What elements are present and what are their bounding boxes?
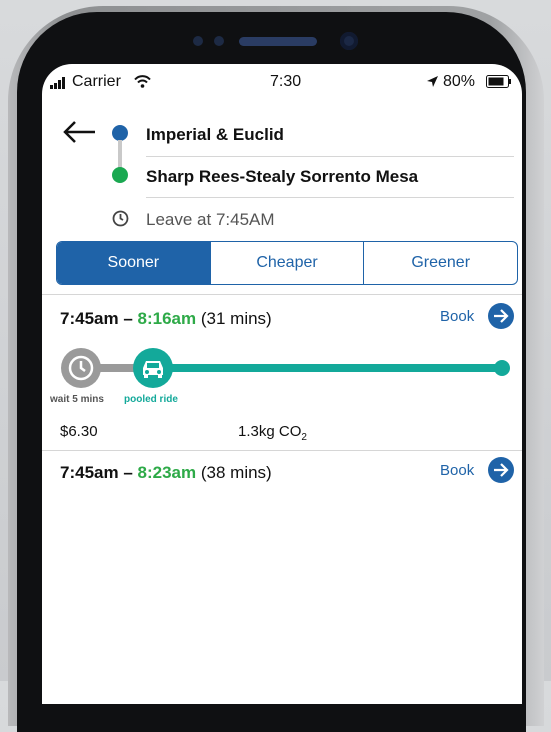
carrier-label: Carrier [72, 73, 121, 90]
tab-sooner[interactable]: Sooner [57, 242, 210, 284]
arrow-right-icon [494, 309, 509, 323]
pooled-ride-segment [152, 364, 502, 372]
wifi-icon [134, 75, 151, 93]
trip-time-range: 7:45am – 8:23am (38 mins) [60, 463, 272, 482]
destination-field[interactable]: Sharp Rees-Stealy Sorrento Mesa [146, 167, 418, 187]
trip-co2: 1.3kg CO2 [238, 423, 307, 443]
front-camera [340, 32, 358, 50]
destination-dot [112, 167, 128, 183]
tab-cheaper[interactable]: Cheaper [209, 242, 364, 284]
clock-icon [61, 348, 101, 388]
arrow-right-icon [494, 463, 509, 477]
book-label[interactable]: Book [440, 462, 474, 479]
arrive-time: 8:16am [137, 309, 197, 328]
depart-time: 7:45am [60, 309, 119, 328]
status-time: 7:30 [270, 73, 302, 90]
book-button[interactable] [488, 303, 514, 329]
tab-greener[interactable]: Greener [363, 242, 517, 284]
camera-dot-2 [214, 36, 224, 46]
origin-field[interactable]: Imperial & Euclid [146, 125, 284, 145]
pooled-ride-label: pooled ride [124, 394, 178, 405]
wait-label: wait 5 mins [50, 394, 104, 405]
depart-time: 7:45am [60, 463, 119, 482]
battery-percent: 80% [443, 73, 476, 90]
arrive-time: 8:23am [137, 463, 197, 482]
battery-icon [486, 75, 512, 93]
divider [146, 156, 514, 157]
trip-time-range: 7:45am – 8:16am (31 mins) [60, 309, 272, 328]
status-bar: Carrier 7:30 80% [50, 73, 512, 93]
book-button[interactable] [488, 457, 514, 483]
book-label[interactable]: Book [440, 308, 474, 325]
origin-dot [112, 125, 128, 141]
camera-dot-1 [193, 36, 203, 46]
sort-tabs: Sooner Cheaper Greener [56, 241, 518, 285]
signal-icon [50, 76, 68, 94]
divider [146, 197, 514, 198]
leave-time-selector[interactable]: Leave at 7:45AM [146, 210, 275, 230]
app-screen: Carrier 7:30 80% Imperial & Euclid Sharp… [42, 64, 522, 704]
route-connector [118, 140, 122, 168]
car-icon [133, 348, 173, 388]
trip-option[interactable]: 7:45am – 8:16am (31 mins) Book wait 5 mi… [42, 295, 522, 450]
trip-option[interactable]: 7:45am – 8:23am (38 mins) Book [42, 451, 522, 609]
trip-duration: (31 mins) [200, 309, 272, 328]
location-arrow-icon [426, 75, 439, 93]
trip-price: $6.30 [60, 423, 98, 440]
back-arrow-icon[interactable] [62, 120, 96, 149]
end-dot [494, 360, 510, 376]
trip-duration: (38 mins) [200, 463, 272, 482]
clock-icon [112, 210, 129, 232]
earpiece-speaker [239, 37, 317, 46]
